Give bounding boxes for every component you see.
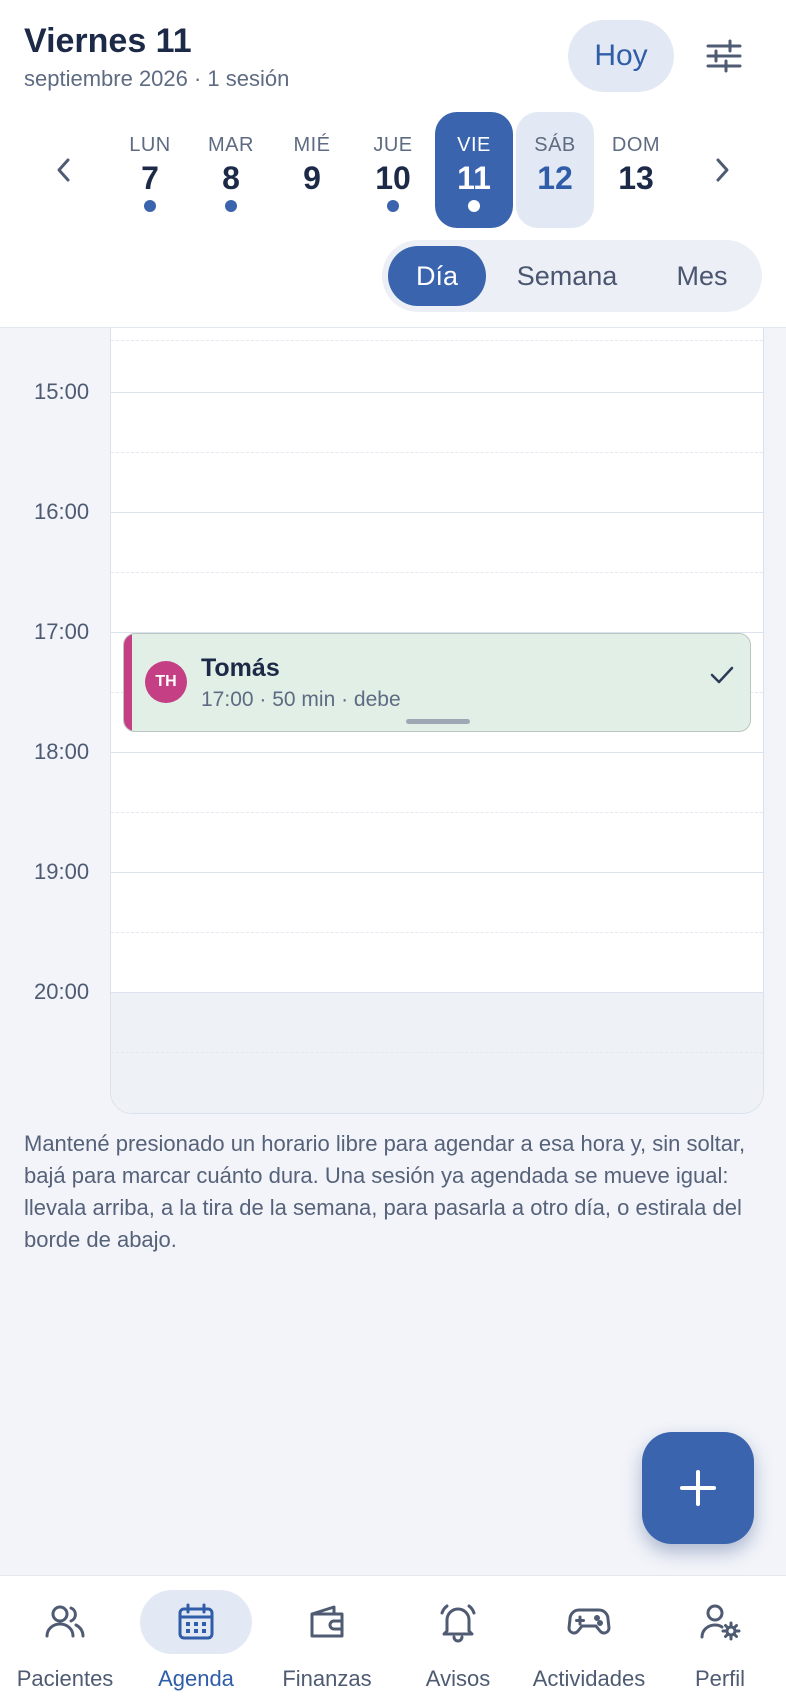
day-friday[interactable]: VIE 11 xyxy=(435,112,513,228)
sliders-icon xyxy=(706,39,742,73)
users-icon xyxy=(45,1605,85,1638)
day-tuesday[interactable]: MAR 8 xyxy=(192,112,270,228)
day-name: MIÉ xyxy=(293,134,331,156)
hour-label: 16:00 xyxy=(34,499,90,524)
hour-label: 19:00 xyxy=(34,859,90,884)
session-dot xyxy=(225,200,237,212)
day-wednesday[interactable]: MIÉ 9 xyxy=(273,112,351,228)
tab-icon-wrap xyxy=(9,1590,121,1654)
day-name: VIE xyxy=(457,134,491,156)
day-name: LUN xyxy=(129,134,171,156)
day-name: JUE xyxy=(373,134,413,156)
session-dot xyxy=(144,200,156,212)
filter-button[interactable] xyxy=(700,32,748,80)
tab-notices[interactable]: Avisos xyxy=(393,1576,523,1704)
gamepad-icon xyxy=(567,1608,611,1635)
session-dot xyxy=(387,200,399,212)
tab-profile[interactable]: Perfil xyxy=(655,1576,785,1704)
page-title: Viernes 11 xyxy=(24,22,192,60)
off-hours-area xyxy=(111,993,763,1113)
half-hour-line xyxy=(111,812,763,813)
day-number: 11 xyxy=(457,160,491,196)
half-hour-line xyxy=(111,572,763,573)
day-saturday[interactable]: SÁB 12 xyxy=(516,112,594,228)
today-button[interactable]: Hoy xyxy=(568,20,674,92)
calendar-icon xyxy=(178,1603,214,1640)
tab-label: Avisos xyxy=(425,1666,491,1691)
day-number: 9 xyxy=(303,160,321,196)
resize-handle[interactable] xyxy=(406,719,470,724)
wallet-icon xyxy=(310,1605,344,1638)
hour-line xyxy=(111,872,763,873)
page-subtitle: septiembre 2026 · 1 sesión xyxy=(24,66,290,91)
check-icon xyxy=(710,666,734,684)
tab-activities[interactable]: Actividades xyxy=(524,1576,654,1704)
avatar: TH xyxy=(145,661,187,703)
half-hour-line xyxy=(111,932,763,933)
day-name: DOM xyxy=(611,134,661,156)
user-settings-icon xyxy=(700,1604,741,1641)
hour-label: 15:00 xyxy=(34,379,90,404)
hour-label: 17:00 xyxy=(34,619,90,644)
usage-hint: Mantené presionado un horario libre para… xyxy=(24,1131,746,1252)
tab-label: Pacientes xyxy=(16,1666,114,1691)
day-sunday[interactable]: DOM 13 xyxy=(597,112,675,228)
bell-icon xyxy=(440,1604,476,1643)
view-switch: Día Semana Mes xyxy=(382,240,762,312)
hour-label: 18:00 xyxy=(34,739,90,764)
tab-label: Finanzas xyxy=(282,1666,372,1691)
day-number: 10 xyxy=(375,160,411,196)
event-patient-name: Tomás xyxy=(201,654,280,682)
tab-icon-wrap xyxy=(664,1590,776,1654)
hour-line xyxy=(111,752,763,753)
tab-label: Agenda xyxy=(158,1666,234,1691)
next-week-button[interactable] xyxy=(702,148,742,192)
day-monday[interactable]: LUN 7 xyxy=(111,112,189,228)
tab-patients[interactable]: Pacientes xyxy=(0,1576,130,1704)
view-month-tab[interactable]: Mes xyxy=(648,246,756,306)
tab-icon-wrap xyxy=(140,1590,252,1654)
chevron-right-icon xyxy=(716,158,729,182)
plus-icon xyxy=(680,1470,716,1506)
hour-line xyxy=(111,392,763,393)
tab-icon-wrap xyxy=(402,1590,514,1654)
tab-finances[interactable]: Finanzas xyxy=(262,1576,392,1704)
view-day-tab[interactable]: Día xyxy=(388,246,486,306)
view-week-tab[interactable]: Semana xyxy=(492,246,642,306)
day-number: 8 xyxy=(222,160,240,196)
day-number: 12 xyxy=(537,160,573,196)
day-name: SÁB xyxy=(534,134,576,156)
previous-week-button[interactable] xyxy=(44,148,84,192)
add-session-button[interactable] xyxy=(642,1432,754,1544)
tab-agenda[interactable]: Agenda xyxy=(131,1576,261,1704)
half-hour-line xyxy=(111,340,763,341)
session-event-card[interactable]: TH Tomás 17:00 · 50 min · debe xyxy=(123,633,751,732)
session-dot xyxy=(468,200,480,212)
hour-line xyxy=(111,512,763,513)
day-thursday[interactable]: JUE 10 xyxy=(354,112,432,228)
bottom-navigation: Pacientes Agenda Finanzas Avisos Activid… xyxy=(0,1575,786,1704)
day-number: 7 xyxy=(141,160,159,196)
header: Viernes 11 septiembre 2026 · 1 sesión Ho… xyxy=(0,0,786,328)
tab-label: Perfil xyxy=(694,1666,746,1691)
hour-label: 20:00 xyxy=(34,979,90,1004)
hour-line xyxy=(111,992,763,993)
half-hour-line xyxy=(111,452,763,453)
tab-icon-wrap xyxy=(533,1590,645,1654)
event-color-stripe xyxy=(124,634,132,731)
half-hour-line xyxy=(111,1052,763,1053)
chevron-left-icon xyxy=(57,158,70,182)
day-name: MAR xyxy=(208,134,254,156)
tab-label: Actividades xyxy=(532,1666,646,1691)
tab-icon-wrap xyxy=(271,1590,383,1654)
day-number: 13 xyxy=(618,160,654,196)
event-details: 17:00 · 50 min · debe xyxy=(201,688,401,711)
